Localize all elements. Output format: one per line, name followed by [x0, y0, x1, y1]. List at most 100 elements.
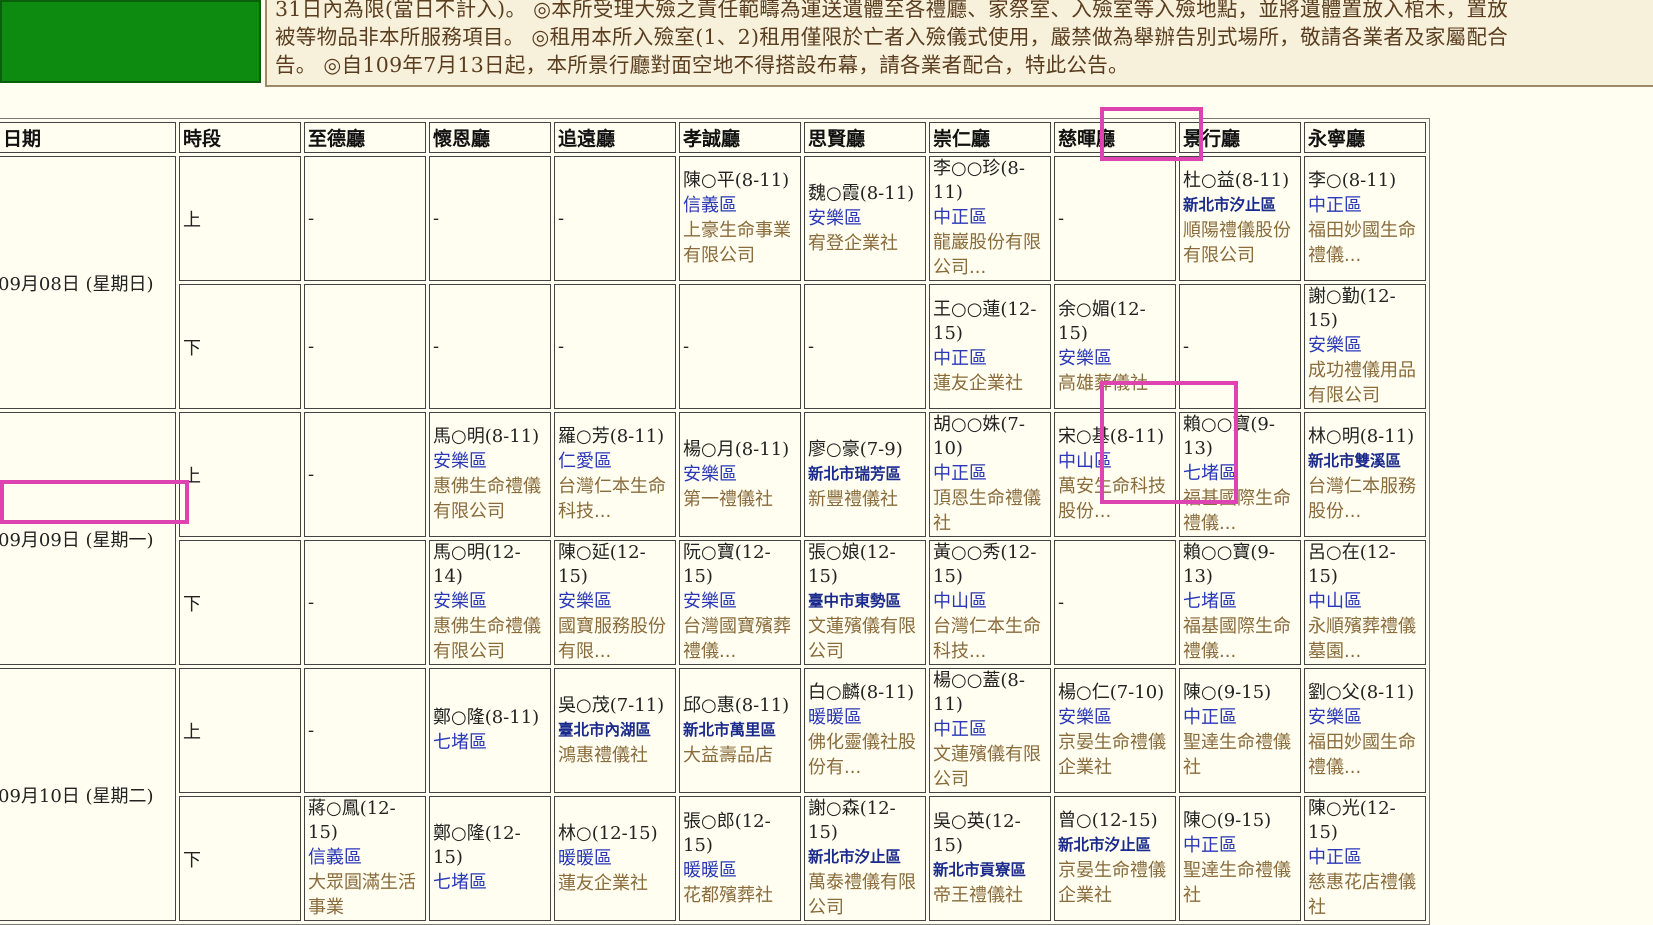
district-label: 中正區 [933, 207, 987, 228]
green-banner [0, 0, 261, 83]
district-label: 中正區 [933, 463, 987, 484]
header-zhide-hall: 至德廳 [304, 122, 426, 153]
funeral-company: 龍巖股份有限公司... [933, 232, 1041, 278]
booking-cell: 賴○○寶(9-13) 七堵區 福基國際生命禮儀... [1179, 540, 1301, 665]
deceased-name: 楊○仁(7-10) [1058, 682, 1165, 703]
date-cell: 09月08日 (星期日) [0, 156, 176, 409]
deceased-name: 鄭○隆(12-15) [433, 823, 521, 868]
funeral-company: 佛化靈儀社股份有... [808, 732, 916, 778]
funeral-company: 萬安生命科技股份... [1058, 476, 1166, 522]
funeral-company: 大益壽品店 [683, 744, 773, 766]
deceased-name: 林○(12-15) [558, 822, 658, 844]
schedule-row: 09月08日 (星期日) 上 - - - 陳○平(8-11) 信義區 上豪生命事業有限公司 魏○… [0, 156, 1426, 409]
booking-cell: 呂○在(12-15) 中山區 永順殯葬禮儀墓園... [1304, 540, 1426, 665]
booking-cell: - [1054, 540, 1176, 665]
schedule-row: 09月10日 (星期二) 上 - 鄭○隆(8-11) 七堵區 吳○茂(7-11) 臺北市內湖… [0, 668, 1426, 921]
district-label: 安樂區 [1308, 335, 1362, 356]
booking-cell: 鄭○隆(8-11) 七堵區 [429, 668, 551, 793]
booking-cell: 謝○勤(12-15) 安樂區 成功禮儀用品有限公司 [1304, 284, 1426, 409]
funeral-company: 上豪生命事業有限公司 [683, 220, 791, 266]
district-label: 安樂區 [433, 591, 487, 612]
funeral-company: 萬泰禮儀有限公司 [808, 872, 916, 918]
district-label: 七堵區 [433, 732, 487, 753]
district-label: 安樂區 [1058, 347, 1112, 369]
funeral-company: 順陽禮儀股份有限公司 [1183, 220, 1291, 266]
empty-dash: - [308, 208, 315, 229]
booking-cell: 李○○珍(8-11) 中正區 龍巖股份有限公司... [929, 156, 1051, 281]
deceased-name: 黃○○秀(12-15) [933, 542, 1037, 587]
funeral-company: 新豐禮儀社 [808, 488, 898, 510]
funeral-company: 文蓮殯儀有限公司 [808, 616, 916, 662]
header-xiaocheng-hall: 孝誠廳 [679, 122, 801, 153]
deceased-name: 吳○英(12-15) [933, 810, 1021, 856]
funeral-company: 蓮友企業社 [558, 872, 648, 894]
district-label: 安樂區 [558, 591, 612, 612]
booking-cell: 張○郎(12-15) 暖暖區 花都殯葬社 [679, 796, 801, 921]
schedule-row: 09月09日 (星期一) 上 - 馬○明(8-11) 安樂區 惠佛生命禮儀有限公司 羅○芳(… [0, 412, 1426, 665]
empty-dash: - [1058, 592, 1065, 613]
funeral-company: 福田妙國生命禮儀... [1308, 732, 1416, 778]
booking-cell: 陳○平(8-11) 信義區 上豪生命事業有限公司 [679, 156, 801, 281]
booking-cell: 陳○(9-15) 中正區 聖達生命禮儀社 [1179, 668, 1301, 793]
funeral-company: 大眾圓滿生活事業 [308, 872, 416, 918]
district-label: 安樂區 [808, 207, 862, 229]
district-label: 臺北市內湖區 [558, 720, 652, 739]
date-cell: 09月10日 (星期二) [0, 668, 176, 921]
deceased-name: 李○(8-11) [1308, 170, 1397, 191]
booking-cell: - [304, 156, 426, 281]
schedule-row: 下 - 馬○明(12-14) 安樂區 惠佛生命禮儀有限公司 陳○延(12-15) 安樂區 國寶… [0, 540, 1426, 665]
funeral-company: 鴻惠禮儀社 [558, 744, 648, 766]
deceased-name: 蔣○鳳(12-15) [308, 798, 396, 843]
booking-cell: - [304, 412, 426, 537]
notice-line-1: 31日內為限(當日不計入)。 ◎本所受理大殮之責任範疇為運送遺體至各禮廳、家祭室… [275, 0, 1509, 21]
district-label: 安樂區 [433, 451, 487, 472]
district-label: 新北市汐止區 [1183, 196, 1277, 214]
booking-cell: - [304, 284, 426, 409]
deceased-name: 張○郎(12-15) [683, 810, 771, 856]
district-label: 七堵區 [1183, 463, 1237, 484]
district-label: 安樂區 [1308, 707, 1362, 728]
funeral-company: 福田妙國生命禮儀... [1308, 220, 1416, 266]
header-yongning-hall: 永寧廳 [1304, 122, 1426, 153]
booking-cell: - [679, 284, 801, 409]
funeral-company: 第一禮儀社 [683, 488, 773, 510]
empty-dash: - [433, 336, 440, 357]
district-label: 中山區 [1058, 451, 1112, 472]
booking-cell: - [304, 540, 426, 665]
empty-dash: - [433, 208, 440, 229]
announcement-notice: 31日內為限(當日不計入)。 ◎本所受理大殮之責任範疇為運送遺體至各禮廳、家祭室… [265, 0, 1653, 87]
empty-dash: - [558, 336, 565, 357]
district-label: 新北市貢寮區 [933, 860, 1027, 879]
deceased-name: 王○○蓮(12-15) [933, 298, 1037, 344]
funeral-company: 台灣仁本服務股份... [1308, 476, 1416, 522]
booking-cell: 李○(8-11) 中正區福田妙國生命禮儀... [1304, 156, 1426, 281]
booking-cell: - [429, 284, 551, 409]
deceased-name: 鄭○隆(8-11) [433, 707, 540, 728]
date-cell: 09月09日 (星期一) [0, 412, 176, 665]
header-row: 日期 時段 至德廳 懷恩廳 追遠廳 孝誠廳 思賢廳 崇仁廳 慈暉廳 景行廳 永寧… [0, 122, 1426, 153]
funeral-company: 京晏生命禮儀企業社 [1058, 732, 1166, 778]
schedule-row: 下 - - - - - 王○○蓮(12-15) 中正區 蓮友企業社 余○媚(12-15) 安樂區 高雄… [0, 284, 1426, 409]
booking-cell: 林○明(8-11) 新北市雙溪區 台灣仁本服務股份... [1304, 412, 1426, 537]
funeral-company: 惠佛生命禮儀有限公司 [433, 616, 541, 662]
empty-dash: - [808, 336, 815, 357]
booking-cell: 賴○○寶(9-13) 七堵區 福基國際生命禮儀... [1179, 412, 1301, 537]
booking-cell: - [1179, 284, 1301, 409]
funeral-company: 福基國際生命禮儀... [1183, 488, 1291, 534]
booking-cell: 楊○○蓋(8-11) 中正區 文蓮殯儀有限公司 [929, 668, 1051, 793]
empty-dash: - [308, 336, 315, 357]
district-label: 中正區 [1183, 707, 1237, 728]
district-label: 中正區 [1308, 195, 1362, 216]
district-label: 七堵區 [433, 872, 487, 893]
deceased-name: 謝○勤(12-15) [1308, 286, 1396, 331]
booking-cell: 謝○森(12-15) 新北市汐止區 萬泰禮儀有限公司 [804, 796, 926, 921]
header-jingxing-hall: 景行廳 [1179, 122, 1301, 153]
funeral-company: 台灣仁本生命科技... [558, 476, 666, 522]
district-label: 臺中市東勢區 [808, 592, 902, 610]
district-label: 暖暖區 [683, 859, 737, 881]
deceased-name: 陳○(9-15) [1183, 682, 1272, 703]
district-label: 信義區 [308, 847, 362, 868]
funeral-company: 台灣仁本生命科技... [933, 616, 1041, 662]
booking-cell: 余○媚(12-15) 安樂區 高雄葬儀社 [1054, 284, 1176, 409]
district-label: 新北市雙溪區 [1308, 452, 1402, 470]
